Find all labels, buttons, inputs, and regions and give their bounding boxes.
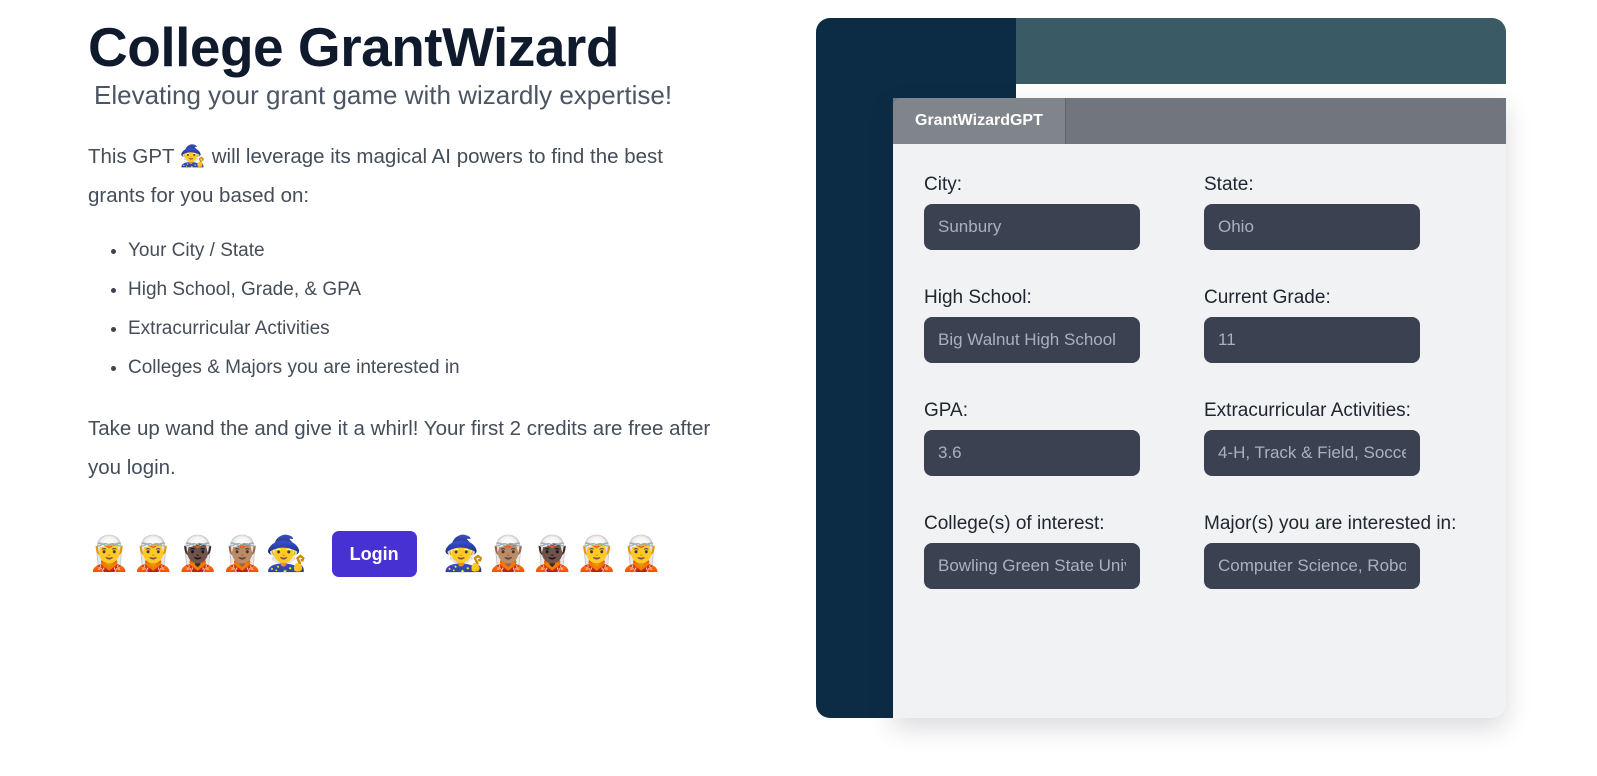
wizard-emoji-group-left: 🧝🧝🧝🏿🧝🏽🧙 — [88, 537, 310, 571]
tab-label: GrantWizardGPT — [915, 112, 1043, 129]
list-item: Colleges & Majors you are interested in — [111, 348, 748, 387]
app-preview-mockup: GrantWizardGPT City: State: High Schoo — [816, 18, 1506, 718]
field-majors-of-interest: Major(s) you are interested in: — [1204, 511, 1484, 589]
field-label-high-school: High School: — [924, 287, 1032, 308]
grant-form: City: State: High School: Current Grade: — [893, 144, 1506, 718]
intro-text-before: This GPT — [88, 145, 180, 169]
field-label-state: State: — [1204, 174, 1254, 195]
login-button[interactable]: Login — [331, 531, 417, 577]
cta-paragraph: Take up wand the and give it a whirl! Yo… — [88, 417, 711, 480]
field-label-current-grade: Current Grade: — [1204, 287, 1331, 308]
wizard-icon: 🧙 — [179, 145, 207, 169]
field-label-colleges-of-interest: College(s) of interest: — [924, 513, 1105, 534]
field-extracurricular-activities: Extracurricular Activities: — [1204, 398, 1484, 476]
field-city: City: — [924, 172, 1204, 250]
list-item: Your City / State — [111, 231, 748, 270]
page-title: College GrantWizard — [88, 16, 619, 78]
field-label-extracurricular-activities: Extracurricular Activities: — [1204, 400, 1411, 421]
list-item: Extracurricular Activities — [111, 309, 748, 348]
login-row: 🧝🧝🧝🏿🧝🏽🧙 Login 🧙🧝🏽🧝🏿🧝🧝 — [88, 531, 664, 577]
field-label-city: City: — [924, 174, 962, 195]
city-input[interactable] — [924, 204, 1140, 250]
field-high-school: High School: — [924, 285, 1204, 363]
wizard-emoji-left: 🧝🧝🧝🏿🧝🏽🧙 — [88, 535, 310, 573]
field-state: State: — [1204, 172, 1484, 250]
tab-grantwizardgpt[interactable]: GrantWizardGPT — [893, 98, 1066, 144]
field-colleges-of-interest: College(s) of interest: — [924, 511, 1204, 589]
extracurricular-activities-input[interactable] — [1204, 430, 1420, 476]
colleges-of-interest-input[interactable] — [924, 543, 1140, 589]
tab-strip: GrantWizardGPT — [893, 98, 1506, 144]
feature-list: Your City / State High School, Grade, & … — [88, 231, 748, 387]
gpa-input[interactable] — [924, 430, 1140, 476]
page-root: College GrantWizard Elevating your grant… — [0, 0, 1597, 776]
mockup-header-band — [1016, 18, 1506, 84]
majors-of-interest-input[interactable] — [1204, 543, 1420, 589]
form-grid: City: State: High School: Current Grade: — [924, 172, 1476, 589]
high-school-input[interactable] — [924, 317, 1140, 363]
list-item: High School, Grade, & GPA — [111, 270, 748, 309]
marketing-column: College GrantWizard Elevating your grant… — [88, 18, 748, 487]
wizard-emoji-right: 🧙🧝🏽🧝🏿🧝🧝 — [442, 535, 665, 573]
field-label-gpa: GPA: — [924, 400, 968, 421]
mockup-form-panel: GrantWizardGPT City: State: High Schoo — [893, 98, 1506, 718]
tab-strip-filler — [1066, 98, 1506, 144]
field-current-grade: Current Grade: — [1204, 285, 1484, 363]
current-grade-input[interactable] — [1204, 317, 1420, 363]
state-input[interactable] — [1204, 204, 1420, 250]
field-gpa: GPA: — [924, 398, 1204, 476]
intro-paragraph: This GPT 🧙 will leverage its magical AI … — [88, 137, 713, 215]
field-label-majors-of-interest: Major(s) you are interested in: — [1204, 513, 1457, 534]
page-subtitle: Elevating your grant game with wizardly … — [94, 80, 673, 111]
wizard-emoji-group-right: 🧙🧝🏽🧝🏿🧝🧝 — [443, 537, 665, 571]
